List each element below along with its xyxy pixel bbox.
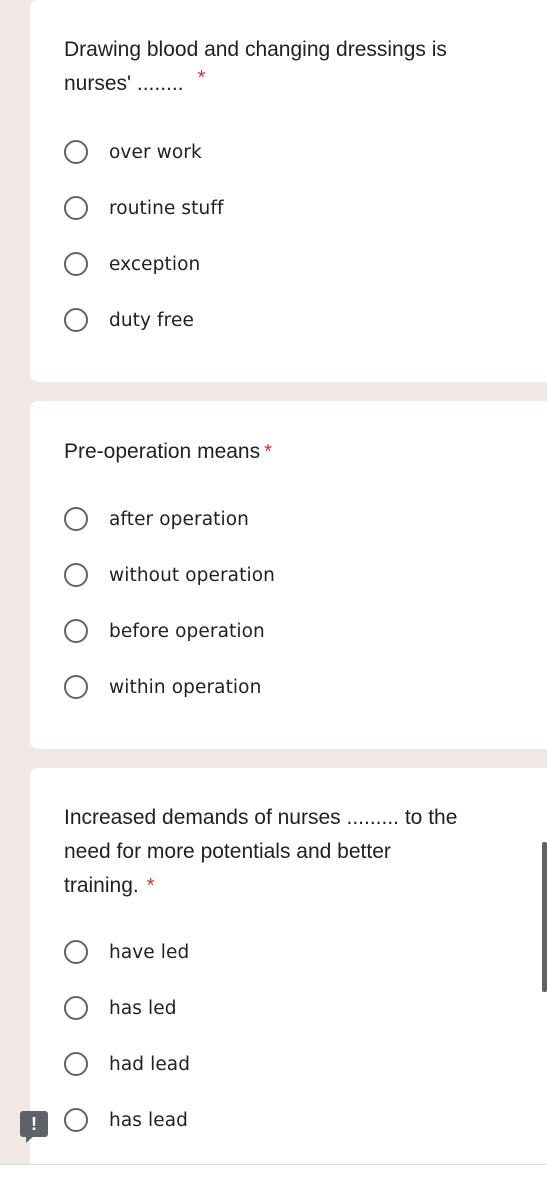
question-card-2: Pre-operation means * after operation wit… [30, 401, 547, 749]
radio-option[interactable]: has led [64, 992, 177, 1024]
option-label: over work [109, 141, 202, 163]
radio-option[interactable]: without operation [64, 559, 275, 591]
question-title: Increased demands of nurses ......... to… [64, 801, 524, 903]
question-title-text: nurses' ........ [64, 72, 184, 95]
radio-button[interactable] [64, 196, 88, 220]
radio-option[interactable]: over work [64, 136, 202, 168]
option-label: routine stuff [109, 197, 224, 219]
radio-option[interactable]: before operation [64, 615, 265, 647]
radio-button[interactable] [64, 1052, 88, 1076]
question-title-text: Pre-operation means [64, 440, 261, 463]
required-asterisk: * [197, 67, 206, 89]
report-icon[interactable]: ! [20, 1111, 48, 1143]
radio-button[interactable] [64, 940, 88, 964]
option-label: exception [109, 253, 201, 275]
option-label: has lead [109, 1109, 188, 1131]
radio-option[interactable]: have led [64, 936, 189, 968]
question-title-line: Drawing blood and changing dressings is [64, 38, 447, 61]
option-label: within operation [109, 676, 262, 698]
option-label: has led [109, 997, 177, 1019]
question-title-text: training. [64, 874, 139, 897]
question-title: Pre-operation means * [64, 435, 504, 469]
question-title-line: nurses' ........ * [64, 67, 504, 101]
radio-button[interactable] [64, 252, 88, 276]
radio-option[interactable]: after operation [64, 503, 249, 535]
option-label: had lead [109, 1053, 191, 1075]
option-label: have led [109, 941, 190, 963]
radio-button[interactable] [64, 1108, 88, 1132]
question-card-3: Increased demands of nurses ......... to… [30, 768, 547, 1168]
radio-option[interactable]: routine stuff [64, 192, 224, 224]
radio-option[interactable]: has lead [64, 1104, 188, 1136]
page-bottom-bar [0, 1164, 547, 1179]
radio-button[interactable] [64, 507, 88, 531]
radio-button[interactable] [64, 675, 88, 699]
required-asterisk: * [264, 441, 272, 463]
question-title: Drawing blood and changing dressings is … [64, 33, 504, 101]
radio-button[interactable] [64, 619, 88, 643]
question-title-line: Increased demands of nurses ......... to… [64, 806, 458, 829]
option-label: without operation [109, 564, 275, 586]
radio-button[interactable] [64, 996, 88, 1020]
radio-option[interactable]: within operation [64, 671, 261, 703]
radio-option[interactable]: duty free [64, 304, 194, 336]
radio-button[interactable] [64, 140, 88, 164]
question-title-line: training. * [64, 869, 524, 903]
question-title-line: need for more potentials and better [64, 840, 391, 863]
option-label: before operation [109, 620, 265, 642]
option-label: duty free [109, 309, 194, 331]
radio-option[interactable]: had lead [64, 1048, 190, 1080]
question-card-1: Drawing blood and changing dressings is … [30, 0, 547, 382]
required-asterisk: * [146, 875, 155, 897]
option-label: after operation [109, 508, 249, 530]
radio-button[interactable] [64, 308, 88, 332]
scrollbar[interactable] [542, 842, 547, 992]
radio-option[interactable]: exception [64, 248, 200, 280]
radio-button[interactable] [64, 563, 88, 587]
